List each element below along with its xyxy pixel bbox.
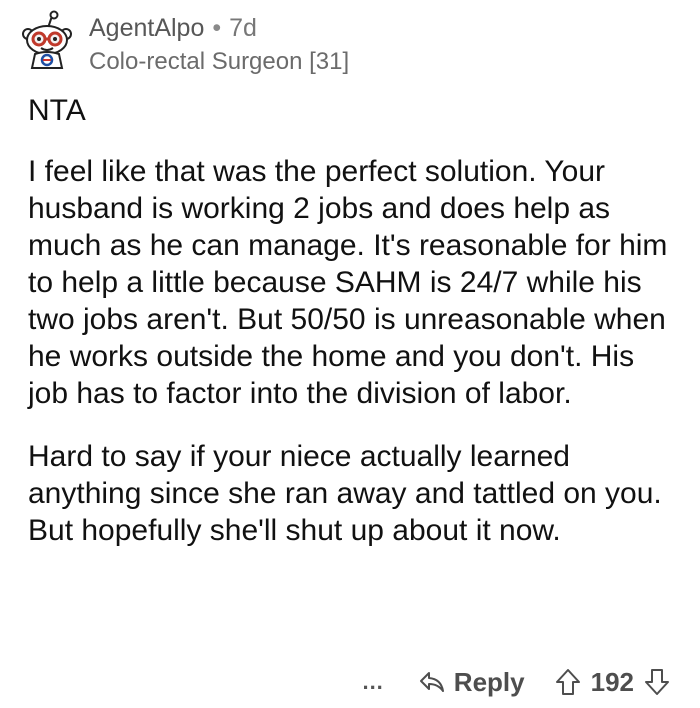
comment-age: 7d [229, 14, 257, 42]
downvote-arrow-icon[interactable] [644, 668, 670, 696]
user-flair: Colo-rectal Surgeon [31] [89, 48, 350, 75]
username-link[interactable]: AgentAlpo [89, 12, 204, 44]
comment-paragraph: NTA [28, 94, 86, 127]
comment-header: AgentAlpo • 7d Colo-rectal Surgeon [31] [18, 10, 349, 78]
reply-arrow-icon [419, 672, 444, 692]
reply-button[interactable]: Reply [418, 667, 525, 698]
avatar[interactable] [18, 10, 76, 70]
comment-actions: ... Reply 192 [362, 664, 670, 700]
comment-card: AgentAlpo • 7d Colo-rectal Surgeon [31] … [0, 0, 700, 708]
comment-body: NTA I feel like that was the perfect sol… [28, 92, 678, 575]
reddit-snoo-avatar-icon [22, 10, 72, 69]
more-options-button[interactable]: ... [362, 669, 383, 695]
separator-dot: • [212, 14, 222, 42]
comment-meta: AgentAlpo • 7d Colo-rectal Surgeon [31] [89, 12, 349, 78]
reply-label: Reply [453, 666, 525, 697]
user-line: AgentAlpo • 7d [89, 12, 349, 44]
vote-controls: 192 [555, 667, 670, 698]
comment-paragraph: Hard to say if your niece actually learn… [28, 440, 662, 547]
upvote-arrow-icon[interactable] [555, 668, 581, 696]
vote-count: 192 [590, 666, 634, 697]
comment-paragraph: I feel like that was the perfect solutio… [28, 155, 668, 410]
